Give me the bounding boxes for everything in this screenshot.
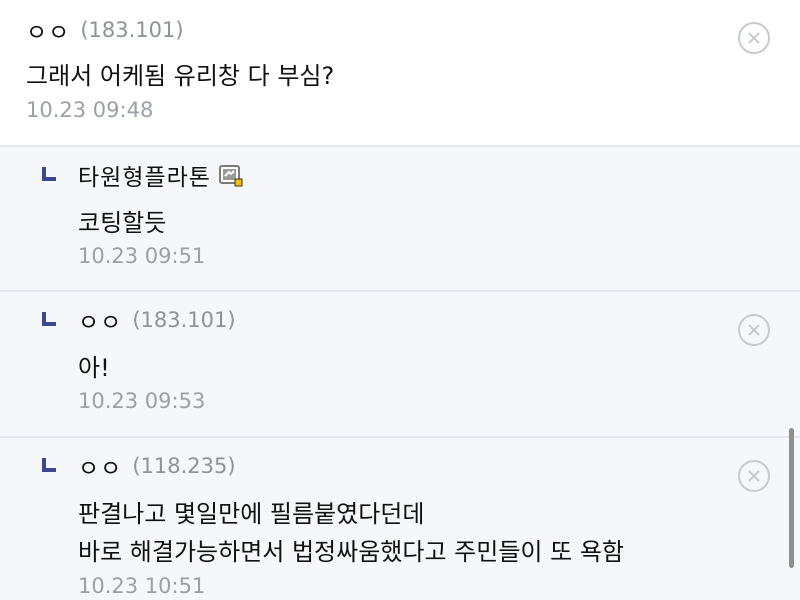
comment-text-line: 판결나고 몇일만에 필름붙였다던데	[78, 500, 425, 528]
reply-comment-item: ㅇㅇ (183.101) 아! 10.23 09:53	[0, 290, 800, 436]
comment-author-row: 타원형플라톤	[78, 159, 243, 191]
delete-comment-button[interactable]	[738, 314, 770, 346]
close-icon	[748, 470, 760, 482]
comment-ip: (183.101)	[80, 18, 184, 42]
reply-comment-item: ㅇㅇ (118.235) 판결나고 몇일만에 필름붙였다던데 바로 해결가능하면…	[0, 436, 800, 600]
delete-comment-button[interactable]	[738, 22, 770, 54]
comment-author-row: ㅇㅇ (183.101)	[78, 304, 236, 336]
comment-author[interactable]: 타원형플라톤	[78, 158, 211, 192]
close-icon	[748, 324, 760, 336]
comment-text: 코팅할듯	[78, 209, 167, 237]
reply-arrow-icon	[42, 167, 56, 181]
comment-item: ㅇㅇ (183.101) 그래서 어케됨 유리창 다 부심? 10.23 09:…	[0, 0, 800, 145]
comment-text-line: 바로 해결가능하면서 법정싸움했다고 주민들이 또 욕함	[78, 538, 624, 566]
scrollbar[interactable]	[789, 428, 794, 568]
reply-arrow-icon	[42, 458, 56, 472]
comment-author[interactable]: ㅇㅇ	[78, 449, 122, 483]
gallery-member-icon	[218, 163, 243, 187]
reply-comment-item: 타원형플라톤 코팅할듯 10.23 09:51	[0, 145, 800, 290]
comment-date: 10.23 09:53	[78, 389, 206, 413]
comment-text: 아!	[78, 354, 110, 382]
comment-author-row: ㅇㅇ (183.101)	[26, 14, 184, 46]
delete-comment-button[interactable]	[738, 460, 770, 492]
comment-ip: (118.235)	[132, 454, 236, 478]
close-icon	[748, 32, 760, 44]
comment-author-row: ㅇㅇ (118.235)	[78, 450, 236, 482]
comment-date: 10.23 10:51	[78, 574, 206, 598]
comment-date: 10.23 09:48	[26, 98, 154, 122]
comment-ip: (183.101)	[132, 308, 236, 332]
reply-arrow-icon	[42, 312, 56, 326]
comment-author[interactable]: ㅇㅇ	[26, 13, 70, 47]
comment-text: 판결나고 몇일만에 필름붙였다던데 바로 해결가능하면서 법정싸움했다고 주민들…	[78, 495, 624, 571]
comment-date: 10.23 09:51	[78, 244, 206, 268]
comment-text: 그래서 어케됨 유리창 다 부심?	[26, 62, 335, 90]
comment-author[interactable]: ㅇㅇ	[78, 303, 122, 337]
